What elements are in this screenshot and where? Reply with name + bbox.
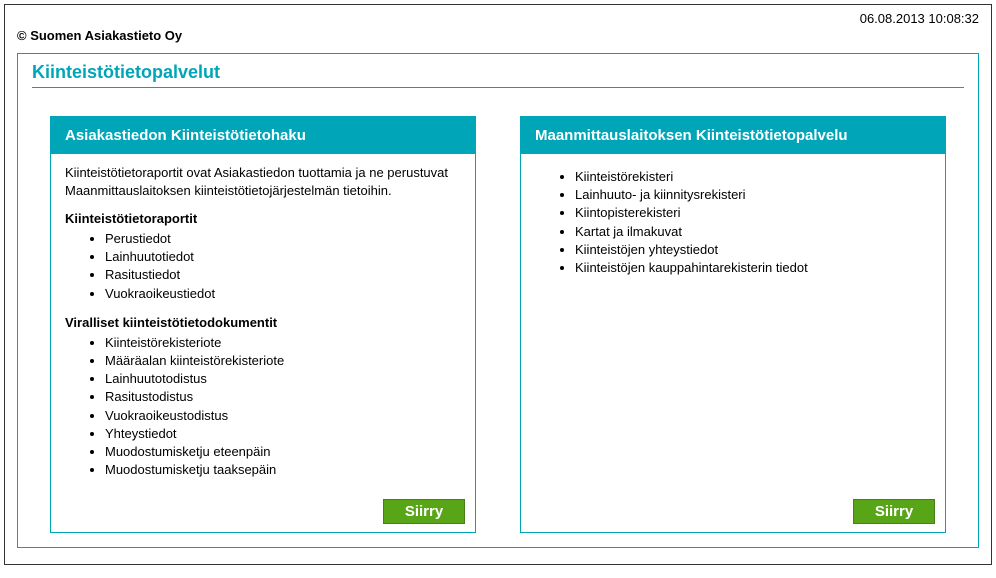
card-header-right: Maanmittauslaitoksen Kiinteistötietopalv…: [521, 117, 945, 154]
list-item: Kiintopisterekisteri: [575, 204, 931, 222]
intro-text: Kiinteistötietoraportit ovat Asiakastied…: [65, 164, 461, 199]
list-item: Muodostumisketju eteenpäin: [105, 443, 461, 461]
columns: Asiakastiedon Kiinteistötietohaku Kiinte…: [32, 116, 964, 533]
main-panel: Kiinteistötietopalvelut Asiakastiedon Ki…: [17, 53, 979, 548]
card-maanmittaus: Maanmittauslaitoksen Kiinteistötietopalv…: [520, 116, 946, 533]
list-item: Perustiedot: [105, 230, 461, 248]
list-item: Lainhuuto- ja kiinnitysrekisteri: [575, 186, 931, 204]
list-item: Rasitustiedot: [105, 266, 461, 284]
list-item: Kiinteistörekisteri: [575, 168, 931, 186]
documents-list: Kiinteistörekisteriote Määräalan kiintei…: [65, 334, 461, 480]
list-item: Rasitustodistus: [105, 388, 461, 406]
page-container: 06.08.2013 10:08:32 © Suomen Asiakastiet…: [4, 4, 992, 565]
card-asiakastieto: Asiakastiedon Kiinteistötietohaku Kiinte…: [50, 116, 476, 533]
section1-title: Kiinteistötietoraportit: [65, 211, 461, 226]
list-item: Lainhuutotodistus: [105, 370, 461, 388]
go-button-left[interactable]: Siirry: [383, 499, 465, 524]
card-body-left: Kiinteistötietoraportit ovat Asiakastied…: [51, 154, 475, 499]
copyright: © Suomen Asiakastieto Oy: [17, 28, 979, 43]
list-item: Kiinteistöjen kauppahintarekisterin tied…: [575, 259, 931, 277]
list-item: Lainhuutotiedot: [105, 248, 461, 266]
card-body-right: Kiinteistörekisteri Lainhuuto- ja kiinni…: [521, 154, 945, 499]
list-item: Vuokraoikeustodistus: [105, 407, 461, 425]
button-row-right: Siirry: [521, 499, 945, 532]
list-item: Määräalan kiinteistörekisteriote: [105, 352, 461, 370]
card-header-left: Asiakastiedon Kiinteistötietohaku: [51, 117, 475, 154]
list-item: Kiinteistöjen yhteystiedot: [575, 241, 931, 259]
reports-list: Perustiedot Lainhuutotiedot Rasitustiedo…: [65, 230, 461, 303]
list-item: Muodostumisketju taaksepäin: [105, 461, 461, 479]
list-item: Kartat ja ilmakuvat: [575, 223, 931, 241]
timestamp: 06.08.2013 10:08:32: [17, 11, 979, 26]
button-row-left: Siirry: [51, 499, 475, 532]
list-item: Vuokraoikeustiedot: [105, 285, 461, 303]
page-title: Kiinteistötietopalvelut: [32, 62, 964, 88]
section2-title: Viralliset kiinteistötietodokumentit: [65, 315, 461, 330]
list-item: Kiinteistörekisteriote: [105, 334, 461, 352]
list-item: Yhteystiedot: [105, 425, 461, 443]
go-button-right[interactable]: Siirry: [853, 499, 935, 524]
services-list: Kiinteistörekisteri Lainhuuto- ja kiinni…: [535, 168, 931, 277]
